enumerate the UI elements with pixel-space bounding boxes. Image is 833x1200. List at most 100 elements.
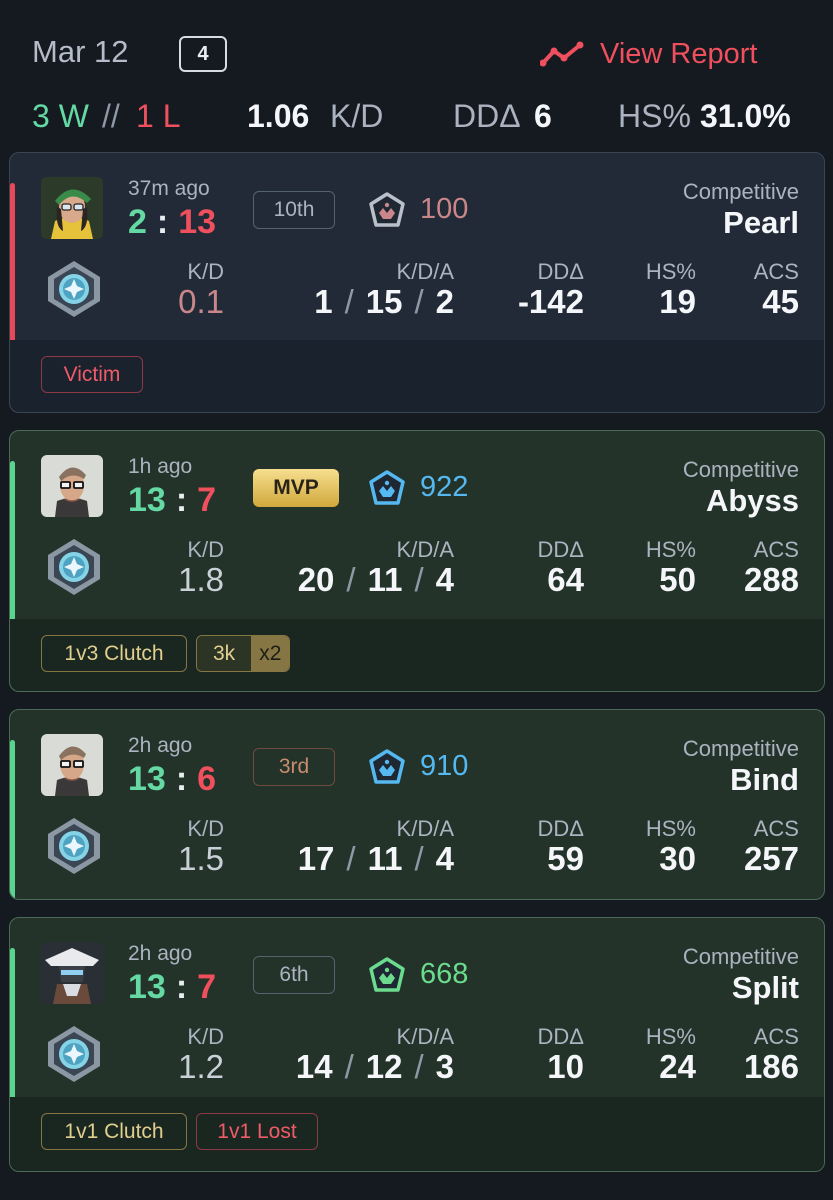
agent-portrait-icon — [41, 734, 103, 796]
game-mode: Competitive — [682, 736, 799, 761]
kda-separator: / — [414, 840, 424, 877]
tier-diamond-icon — [44, 816, 104, 876]
stat-value-dd: -142 — [517, 283, 584, 320]
session-dd-label: DDΔ — [453, 98, 521, 134]
stat-value-kda: 20 / 11 / 4 — [298, 561, 454, 599]
match-card[interactable]: 2h ago 13:6 3rd 910 Competitive Bind K/D 1.… — [9, 709, 825, 900]
agent-portrait-icon — [41, 455, 103, 517]
match-card[interactable]: 1h ago 13:7 MVP 922 Competitive Abyss K/D 1… — [9, 430, 825, 692]
deaths-value: 11 — [367, 561, 403, 598]
score-separator: : — [156, 203, 169, 241]
kda-separator: / — [344, 283, 354, 320]
stat-value-kda: 14 / 12 / 3 — [296, 1048, 454, 1086]
score-separator: : — [175, 968, 188, 1006]
result-indicator — [10, 740, 15, 899]
stat-label-acs: ACS — [753, 816, 799, 841]
stat-value-acs: 186 — [743, 1048, 799, 1085]
deaths-value: 11 — [367, 840, 403, 877]
match-tag: Victim — [41, 356, 143, 393]
stat-label-hs: HS% — [645, 816, 696, 841]
game-mode: Competitive — [682, 944, 799, 969]
stat-value-acs: 288 — [743, 561, 799, 598]
kills-value: 17 — [297, 840, 335, 877]
session-date: Mar 12 — [32, 34, 129, 69]
match-tag: 1v1 Clutch — [41, 1113, 187, 1150]
match-score: 13:7 — [128, 481, 216, 520]
session-hs-label: HS% — [618, 98, 691, 134]
score-team: 13 — [128, 481, 166, 519]
rank-emblem-icon — [367, 191, 407, 231]
stat-label-kd: K/D — [187, 1024, 224, 1049]
match-time-ago: 37m ago — [128, 177, 210, 200]
view-report-button[interactable]: View Report — [540, 34, 757, 74]
rank-emblem-icon — [367, 748, 407, 788]
wins-count: 3 W — [32, 98, 89, 134]
stat-value-kda: 1 / 15 / 2 — [314, 283, 454, 321]
kda-separator: / — [344, 1048, 354, 1085]
map-name: Pearl — [723, 205, 799, 240]
stat-label-kda: K/D/A — [396, 259, 454, 284]
agent-portrait-icon — [41, 942, 103, 1004]
placement-badge: MVP — [253, 469, 339, 507]
rank-emblem-icon — [367, 469, 407, 509]
score-team: 13 — [128, 968, 166, 1006]
map-name: Bind — [730, 762, 799, 797]
match-card[interactable]: 37m ago 2:13 10th 100 Competitive Pearl K/… — [9, 152, 825, 413]
stat-value-dd: 64 — [547, 561, 584, 598]
stat-label-dd: DDΔ — [537, 816, 584, 841]
stat-label-kd: K/D — [187, 259, 224, 284]
match-score: 2:13 — [128, 203, 216, 242]
game-mode: Competitive — [682, 457, 799, 482]
rank-rating: 100 — [420, 193, 469, 225]
game-mode: Competitive — [682, 179, 799, 204]
stat-label-kda: K/D/A — [396, 816, 454, 841]
multikill-label: 3k — [197, 636, 252, 671]
placement-badge: 3rd — [253, 748, 335, 786]
stat-label-kda: K/D/A — [396, 537, 454, 562]
score-enemy: 7 — [197, 968, 217, 1006]
rank-rating: 668 — [420, 958, 469, 990]
kda-separator: / — [414, 283, 424, 320]
session-dd-value: 6 — [534, 98, 552, 134]
assists-value: 2 — [435, 283, 454, 320]
kda-separator: / — [346, 840, 356, 877]
rank-rating: 910 — [420, 750, 469, 782]
score-separator: : — [175, 760, 188, 798]
match-tag: 1v3 Clutch — [41, 635, 187, 672]
stat-value-kd: 0.1 — [178, 283, 224, 320]
rank-rating: 922 — [420, 471, 469, 503]
tier-diamond-icon — [44, 1024, 104, 1084]
tier-diamond-icon — [44, 259, 104, 319]
stat-label-hs: HS% — [645, 537, 696, 562]
score-enemy: 13 — [178, 203, 217, 241]
stat-value-kd: 1.8 — [178, 561, 224, 598]
score-team: 13 — [128, 760, 166, 798]
stat-label-acs: ACS — [753, 537, 799, 562]
match-card[interactable]: 2h ago 13:7 6th 668 Competitive Split K/D 1… — [9, 917, 825, 1172]
stat-value-hs: 30 — [659, 840, 696, 877]
stat-value-acs: 257 — [743, 840, 799, 877]
stat-value-dd: 59 — [547, 840, 584, 877]
deaths-value: 12 — [365, 1048, 403, 1085]
stat-label-acs: ACS — [753, 1024, 799, 1049]
agent-avatar — [41, 177, 103, 239]
multikill-count: x2 — [251, 636, 290, 671]
stat-value-hs: 50 — [659, 561, 696, 598]
stat-value-kd: 1.5 — [178, 840, 224, 877]
assists-value: 3 — [435, 1048, 454, 1085]
view-report-label: View Report — [600, 37, 758, 70]
assists-value: 4 — [435, 840, 454, 877]
kda-separator: / — [346, 561, 356, 598]
agent-avatar — [41, 734, 103, 796]
match-time-ago: 2h ago — [128, 734, 193, 757]
summary-separator: // — [102, 98, 120, 134]
kda-separator: / — [414, 561, 424, 598]
stat-label-kd: K/D — [187, 816, 224, 841]
deaths-value: 15 — [365, 283, 403, 320]
kills-value: 20 — [297, 561, 335, 598]
stat-value-kda: 17 / 11 / 4 — [298, 840, 454, 878]
match-time-ago: 2h ago — [128, 942, 193, 965]
session-kd-label: K/D — [330, 98, 384, 134]
trend-line-icon — [540, 41, 584, 67]
match-time-ago: 1h ago — [128, 455, 193, 478]
